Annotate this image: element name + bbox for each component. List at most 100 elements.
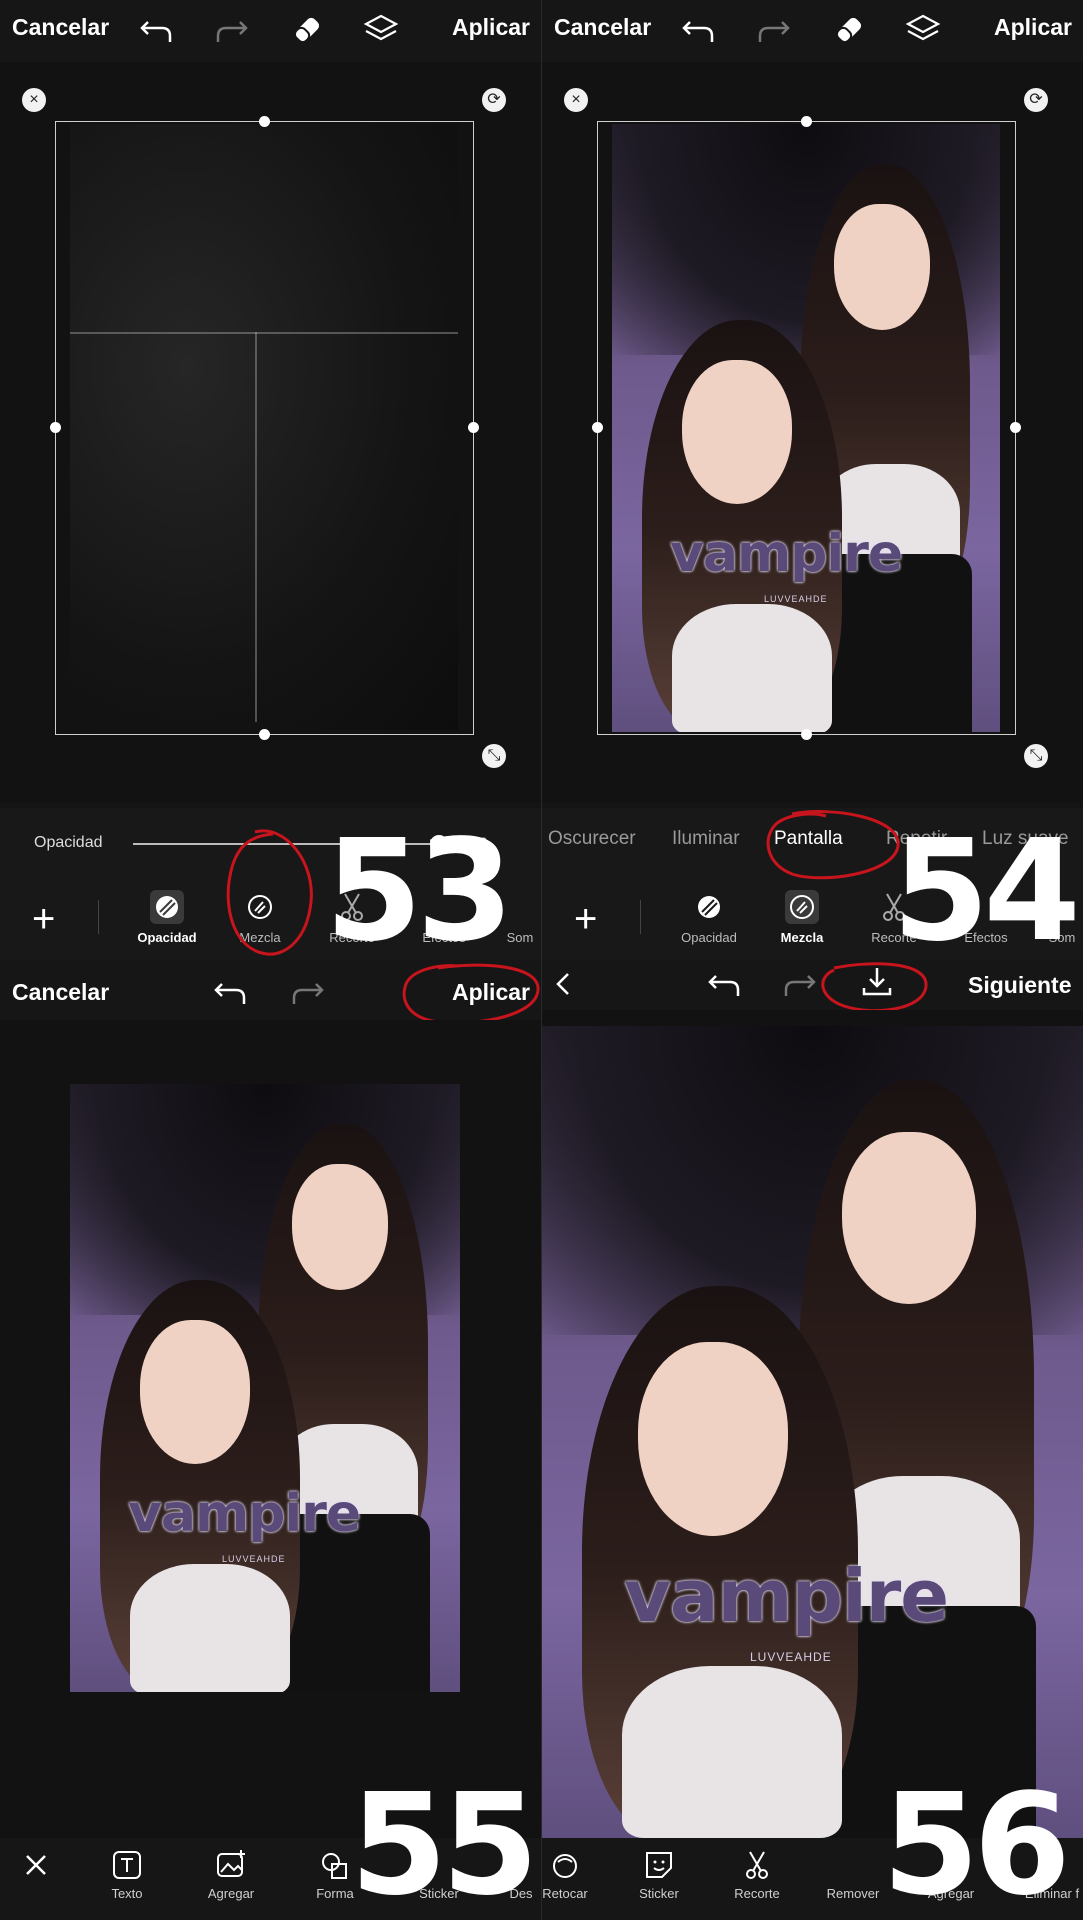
tool-agregar[interactable]: Agregar: [196, 1848, 266, 1901]
resize-handle[interactable]: [259, 729, 270, 740]
step-number: 54: [892, 810, 1081, 961]
add-icon[interactable]: +: [574, 899, 597, 939]
person-face: [842, 1132, 976, 1304]
blend-iluminar[interactable]: Iluminar: [672, 828, 740, 850]
annotation-circle: [766, 810, 900, 880]
top-bar: Cancelar Aplicar: [0, 0, 541, 62]
apply-button[interactable]: Aplicar: [994, 14, 1072, 41]
resize-handle[interactable]: [468, 422, 479, 433]
divider: [98, 900, 99, 934]
watermark-text: LUVVEAHDE: [222, 1554, 286, 1564]
person-top: [130, 1564, 290, 1692]
panel-divider: [541, 0, 542, 1920]
cancel-button[interactable]: Cancelar: [554, 14, 651, 41]
close-editor-button[interactable]: [16, 1848, 56, 1886]
panel-step-56: Siguiente vampire LUVVEAHDE Retocar Stic…: [542, 960, 1083, 1920]
resize-handle[interactable]: [592, 422, 603, 433]
canvas: × ⟳ ⤡: [0, 62, 541, 802]
redo-icon[interactable]: [754, 12, 792, 48]
close-layer-icon[interactable]: ×: [22, 88, 46, 112]
scale-icon[interactable]: ⤡: [482, 744, 506, 768]
resize-handle[interactable]: [259, 116, 270, 127]
redo-icon[interactable]: [780, 966, 818, 1002]
tool-label: Retocar: [542, 1886, 588, 1901]
opacity-icon: [692, 890, 726, 924]
canvas: vampire LUVVEAHDE × ⟳ ⤡: [542, 62, 1083, 802]
tool-texto[interactable]: Texto: [92, 1848, 162, 1901]
tool-label: Agregar: [207, 1886, 255, 1901]
top-bar: Siguiente: [542, 960, 1083, 1010]
scissors-icon: [740, 1848, 774, 1882]
resize-handle[interactable]: [801, 116, 812, 127]
tool-label: Sticker: [639, 1886, 679, 1901]
person-face: [292, 1164, 388, 1290]
resize-handle[interactable]: [1010, 422, 1021, 433]
undo-icon[interactable]: [212, 974, 250, 1010]
close-layer-icon[interactable]: ×: [564, 88, 588, 112]
panel-step-53: Cancelar Aplicar × ⟳ ⤡ Opacidad 100 + Op…: [0, 0, 541, 960]
apply-button[interactable]: Aplicar: [452, 14, 530, 41]
tool-label: Opacidad: [681, 930, 737, 945]
person-face: [140, 1320, 250, 1464]
undo-icon[interactable]: [706, 966, 744, 1002]
blend-icon: [785, 890, 819, 924]
tool-label: Som: [506, 930, 534, 945]
rotate-icon[interactable]: ⟳: [482, 88, 506, 112]
resize-handle[interactable]: [801, 729, 812, 740]
watermark-text: LUVVEAHDE: [750, 1650, 832, 1664]
vampire-text: vampire: [128, 1484, 361, 1544]
top-bar: Cancelar Aplicar: [542, 0, 1083, 62]
tool-sticker[interactable]: Sticker: [624, 1848, 694, 1901]
blend-oscurecer[interactable]: Oscurecer: [548, 828, 636, 850]
cancel-button[interactable]: Cancelar: [12, 14, 109, 41]
step-number: 55: [350, 1764, 539, 1920]
edited-photo: vampire LUVVEAHDE: [70, 1084, 460, 1692]
cancel-button[interactable]: Cancelar: [12, 979, 109, 1006]
sticker-icon: [642, 1848, 676, 1882]
eraser-icon[interactable]: [830, 12, 868, 48]
vampire-text: vampire: [624, 1554, 949, 1638]
redo-icon[interactable]: [288, 974, 326, 1010]
step-number: 56: [882, 1764, 1071, 1920]
next-button[interactable]: Siguiente: [968, 972, 1072, 999]
canvas: vampire LUVVEAHDE: [542, 1010, 1083, 1838]
person-top: [622, 1666, 842, 1838]
person-face: [638, 1342, 788, 1536]
opacity-label: Opacidad: [34, 834, 103, 851]
retouch-icon: [548, 1848, 582, 1882]
tool-recorte[interactable]: Recorte: [722, 1848, 792, 1901]
redo-icon[interactable]: [212, 12, 250, 48]
panel-step-55: Cancelar Aplicar vampire LUVVEAHDE Texto: [0, 960, 541, 1920]
layers-icon[interactable]: [362, 12, 400, 48]
layers-icon[interactable]: [904, 12, 942, 48]
divider: [640, 900, 641, 934]
selection-frame[interactable]: [55, 121, 474, 735]
annotation-circle: [226, 829, 313, 956]
eraser-icon[interactable]: [288, 12, 326, 48]
opacity-icon: [150, 890, 184, 924]
tool-opacidad[interactable]: Opacidad: [669, 890, 749, 945]
canvas: vampire LUVVEAHDE: [0, 1020, 541, 1838]
tool-label: Texto: [111, 1886, 143, 1901]
panel-step-54: Cancelar Aplicar vampire LUVVEAHDE × ⟳ ⤡…: [542, 0, 1083, 960]
close-icon: [19, 1848, 53, 1882]
tool-mezcla[interactable]: Mezcla: [762, 890, 842, 945]
tool-label: Recorte: [734, 1886, 780, 1901]
undo-icon[interactable]: [138, 12, 176, 48]
resize-handle[interactable]: [50, 422, 61, 433]
text-icon: [110, 1848, 144, 1882]
tool-retocar[interactable]: Retocar: [542, 1848, 600, 1901]
rotate-icon[interactable]: ⟳: [1024, 88, 1048, 112]
scale-icon[interactable]: ⤡: [1024, 744, 1048, 768]
undo-icon[interactable]: [680, 12, 718, 48]
tool-opacidad[interactable]: Opacidad: [127, 890, 207, 945]
back-icon[interactable]: [546, 966, 584, 1002]
shadow-icon: [503, 890, 537, 924]
edited-photo: vampire LUVVEAHDE: [542, 1026, 1083, 1838]
tool-remover[interactable]: Remover: [818, 1848, 888, 1901]
remove-brush-icon: [836, 1848, 870, 1882]
tool-label: Mezcla: [780, 930, 824, 945]
add-icon[interactable]: +: [32, 899, 55, 939]
selection-frame[interactable]: [597, 121, 1016, 735]
shape-icon: [318, 1848, 352, 1882]
